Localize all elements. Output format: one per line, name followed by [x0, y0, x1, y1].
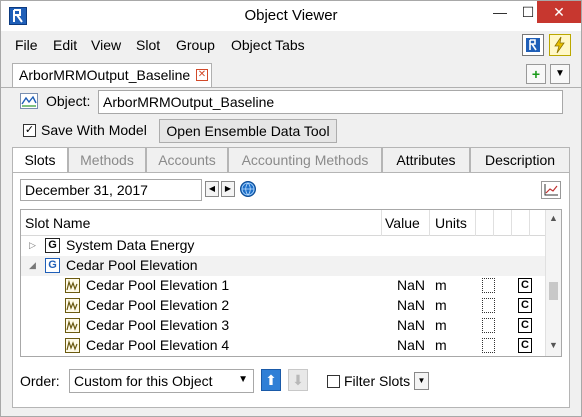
group-row-system-data-energy[interactable]: ▷ G System Data Energy — [21, 236, 545, 256]
group-icon: G — [45, 258, 60, 273]
menu-slot[interactable]: Slot — [136, 37, 160, 53]
riverware-icon[interactable] — [522, 34, 544, 56]
col-divider — [381, 210, 382, 236]
series-slot-icon — [65, 278, 80, 293]
col-value[interactable]: Value — [385, 215, 420, 231]
doc-tab-label: ArborMRMOutput_Baseline — [19, 67, 191, 83]
tab-bar: Slots Methods Accounts Accounting Method… — [12, 147, 570, 174]
col-divider — [475, 210, 476, 236]
note-icon[interactable] — [482, 298, 495, 313]
object-label: Object: — [46, 93, 91, 109]
computed-icon[interactable]: C — [518, 298, 532, 313]
note-icon[interactable] — [482, 278, 495, 293]
order-label: Order: — [20, 373, 60, 389]
slot-units: m — [435, 277, 447, 293]
tab-menu-button[interactable]: ▼ — [550, 64, 570, 84]
slot-value: NaN — [397, 317, 426, 333]
slot-table: Slot Name Value Units ▷ G System Data En… — [20, 209, 562, 357]
chevron-down-icon: ▼ — [238, 374, 248, 385]
slot-value: NaN — [397, 277, 426, 293]
series-slot-icon — [65, 338, 80, 353]
filter-slots-label: Filter Slots — [344, 373, 411, 389]
object-viewer-window: Object Viewer — ☐ ✕ File Edit View Slot … — [0, 0, 582, 417]
next-date-button[interactable]: ▶ — [221, 181, 235, 197]
filter-slots-checkbox[interactable] — [327, 375, 340, 388]
object-type-icon — [20, 93, 38, 109]
minimize-button[interactable]: — — [485, 1, 515, 23]
collapse-icon[interactable]: ◢ — [29, 260, 36, 271]
move-up-button[interactable]: ⬆ — [261, 369, 281, 391]
tab-attributes[interactable]: Attributes — [382, 147, 470, 173]
slot-name: Cedar Pool Elevation 3 — [86, 317, 230, 333]
scroll-down-icon[interactable]: ▼ — [549, 340, 558, 350]
computed-icon[interactable]: C — [518, 278, 532, 293]
doc-tab-divider — [1, 87, 581, 88]
plot-icon[interactable] — [541, 181, 561, 199]
tab-methods: Methods — [68, 147, 146, 173]
doc-tab[interactable]: ArborMRMOutput_Baseline ✕ — [12, 63, 212, 87]
group-icon: G — [45, 238, 60, 253]
tab-description[interactable]: Description — [470, 147, 570, 173]
table-row[interactable]: Cedar Pool Elevation 1 NaN m C — [21, 276, 545, 296]
col-slot-name[interactable]: Slot Name — [25, 215, 90, 231]
slot-name: Cedar Pool Elevation 1 — [86, 277, 230, 293]
prev-date-button[interactable]: ◀ — [205, 181, 219, 197]
order-select[interactable]: Custom for this Object ▼ — [69, 369, 254, 393]
object-name-field[interactable]: ArborMRMOutput_Baseline — [98, 90, 563, 114]
tab-accounts: Accounts — [146, 147, 228, 173]
note-icon[interactable] — [482, 318, 495, 333]
menu-view[interactable]: View — [91, 37, 121, 53]
close-icon[interactable]: ✕ — [196, 69, 208, 81]
table-header: Slot Name Value Units — [21, 210, 561, 236]
tab-accounting-methods: Accounting Methods — [228, 147, 382, 173]
vertical-scrollbar[interactable]: ▲ ▼ — [545, 210, 561, 356]
globe-icon[interactable] — [240, 181, 256, 197]
group-label: System Data Energy — [66, 237, 195, 253]
save-with-model-checkbox[interactable]: ✓ — [23, 124, 36, 137]
series-slot-icon — [65, 318, 80, 333]
col-units[interactable]: Units — [435, 215, 467, 231]
menu-bar: File Edit View Slot Group Object Tabs — [1, 32, 581, 60]
table-row[interactable]: Cedar Pool Elevation 4 NaN m C — [21, 336, 545, 356]
col-divider — [529, 210, 530, 236]
move-down-button: ⬇ — [288, 369, 308, 391]
title-bar: Object Viewer — ☐ ✕ — [1, 1, 581, 31]
expand-icon[interactable]: ▷ — [29, 240, 36, 251]
menu-edit[interactable]: Edit — [53, 37, 77, 53]
group-row-cedar-pool-elevation[interactable]: ◢ G Cedar Pool Elevation — [21, 256, 545, 276]
slot-value: NaN — [397, 337, 426, 353]
slot-units: m — [435, 317, 447, 333]
table-row[interactable]: Cedar Pool Elevation 3 NaN m C — [21, 316, 545, 336]
group-label: Cedar Pool Elevation — [66, 257, 198, 273]
lightning-icon[interactable] — [549, 34, 571, 56]
col-divider — [511, 210, 512, 236]
add-tab-button[interactable]: + — [526, 64, 546, 84]
col-divider — [493, 210, 494, 236]
slot-name: Cedar Pool Elevation 2 — [86, 297, 230, 313]
save-with-model-label: Save With Model — [41, 122, 147, 138]
filter-dropdown-button[interactable]: ▼ — [414, 372, 429, 390]
slot-units: m — [435, 337, 447, 353]
computed-icon[interactable]: C — [518, 318, 532, 333]
open-ensemble-button[interactable]: Open Ensemble Data Tool — [159, 119, 337, 143]
scroll-up-icon[interactable]: ▲ — [549, 213, 558, 223]
table-row[interactable]: Cedar Pool Elevation 2 NaN m C — [21, 296, 545, 316]
slot-units: m — [435, 297, 447, 313]
menu-group[interactable]: Group — [176, 37, 215, 53]
note-icon[interactable] — [482, 338, 495, 353]
slot-name: Cedar Pool Elevation 4 — [86, 337, 230, 353]
series-slot-icon — [65, 298, 80, 313]
menu-object-tabs[interactable]: Object Tabs — [231, 37, 305, 53]
menu-file[interactable]: File — [15, 37, 38, 53]
order-value: Custom for this Object — [74, 373, 213, 389]
col-divider — [429, 210, 430, 236]
close-button[interactable]: ✕ — [537, 1, 581, 23]
slot-value: NaN — [397, 297, 426, 313]
computed-icon[interactable]: C — [518, 338, 532, 353]
date-field[interactable]: December 31, 2017 — [20, 179, 202, 201]
scroll-thumb[interactable] — [549, 282, 558, 300]
tab-slots[interactable]: Slots — [12, 147, 68, 174]
